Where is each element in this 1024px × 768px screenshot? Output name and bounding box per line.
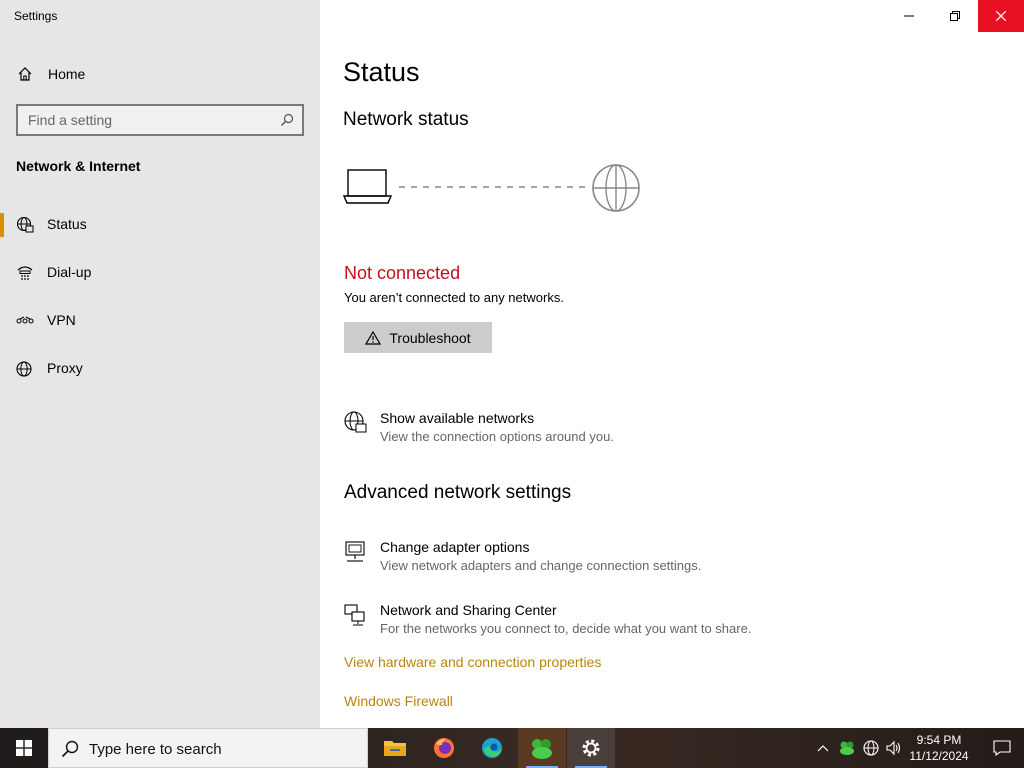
internet-globe-icon: [592, 164, 640, 212]
close-icon: [996, 11, 1006, 21]
minimize-icon: [904, 15, 914, 17]
sidebar-item-proxy[interactable]: Proxy: [0, 348, 320, 388]
volume-icon: [886, 740, 901, 756]
sharing-center-icon: [344, 604, 365, 626]
connection-status-text: Not connected: [344, 263, 461, 283]
advanced-settings-heading: Advanced network settings: [344, 482, 572, 503]
taskbar-search-box[interactable]: Type here to search: [48, 728, 368, 768]
settings-gear-icon: [582, 739, 600, 757]
status-globe-icon: [16, 216, 34, 233]
show-networks-title[interactable]: Show available networks: [380, 410, 534, 426]
sidebar-item-label: Status: [47, 216, 87, 232]
search-icon: [61, 740, 79, 758]
sidebar-item-status[interactable]: Status: [0, 204, 320, 244]
restore-button[interactable]: [932, 0, 978, 32]
tray-app-icon: [840, 741, 854, 755]
network-globe-icon: [863, 740, 879, 756]
restore-icon: [950, 11, 960, 21]
sidebar: Settings Home Network & Internet Status: [0, 0, 320, 728]
tray-network-button[interactable]: [861, 738, 881, 758]
globe-icon: [16, 361, 32, 377]
troubleshoot-label: Troubleshoot: [389, 329, 471, 346]
chevron-up-icon: [817, 745, 829, 752]
firefox-icon: [434, 738, 454, 758]
sharing-center-desc: For the networks you connect to, decide …: [380, 621, 752, 636]
change-adapter-options-link[interactable]: Change adapter options View network adap…: [343, 539, 843, 583]
hardware-properties-link[interactable]: View hardware and connection properties: [344, 654, 601, 670]
section-title: Network & Internet: [16, 158, 141, 174]
notification-icon: [993, 740, 1011, 756]
clock-date: 11/12/2024: [909, 749, 969, 763]
minimize-button[interactable]: [886, 0, 932, 32]
sidebar-item-label: Proxy: [47, 360, 83, 376]
windows-logo-icon: [16, 740, 32, 756]
show-hidden-icons-button[interactable]: [813, 738, 833, 758]
warning-icon: [365, 330, 382, 345]
home-icon: [18, 67, 32, 81]
taskbar-edge[interactable]: [468, 728, 516, 768]
close-button[interactable]: [978, 0, 1024, 32]
sidebar-item-dialup[interactable]: Dial-up: [0, 252, 320, 292]
sidebar-item-label: Dial-up: [47, 264, 92, 280]
page-title: Status: [343, 57, 420, 87]
vpn-icon: [16, 316, 34, 324]
taskbar-search-placeholder: Type here to search: [89, 741, 222, 758]
sidebar-item-label: VPN: [47, 312, 76, 328]
windows-firewall-link[interactable]: Windows Firewall: [344, 693, 453, 709]
search-input[interactable]: [28, 111, 268, 129]
dialup-icon: [17, 266, 33, 280]
taskbar-green-app[interactable]: [518, 728, 566, 768]
laptop-icon: [343, 169, 393, 204]
search-icon[interactable]: [280, 113, 294, 127]
home-label: Home: [48, 66, 86, 82]
network-status-heading: Network status: [343, 109, 469, 130]
show-networks-desc: View the connection options around you.: [380, 429, 614, 444]
tray-volume-button[interactable]: [884, 738, 904, 758]
file-explorer-icon: [384, 741, 406, 756]
taskbar-firefox[interactable]: [420, 728, 468, 768]
taskbar-settings[interactable]: [567, 728, 615, 768]
adapter-monitor-icon: [345, 541, 365, 562]
start-button[interactable]: [0, 728, 48, 768]
green-app-icon: [532, 739, 552, 759]
edge-icon: [482, 738, 502, 758]
sidebar-item-vpn[interactable]: VPN: [0, 300, 320, 340]
taskbar-clock[interactable]: 9:54 PM 11/12/2024: [905, 732, 973, 764]
network-sharing-center-link[interactable]: Network and Sharing Center For the netwo…: [343, 602, 843, 646]
show-available-networks-link[interactable]: Show available networks View the connect…: [343, 410, 843, 454]
app-title: Settings: [14, 9, 58, 23]
home-nav-item[interactable]: Home: [0, 58, 320, 90]
tray-green-app[interactable]: [837, 738, 857, 758]
find-setting-search[interactable]: [16, 104, 304, 136]
connection-status-desc: You aren’t connected to any networks.: [344, 290, 564, 305]
adapter-options-desc: View network adapters and change connect…: [380, 558, 702, 573]
taskbar-file-explorer[interactable]: [371, 728, 419, 768]
clock-time: 9:54 PM: [916, 733, 962, 747]
network-diagram: [343, 164, 640, 212]
adapter-options-title[interactable]: Change adapter options: [380, 539, 529, 555]
taskbar: Type here to search 9:54 PM 11/12/2024: [0, 728, 1024, 768]
network-globe-icon: [344, 411, 367, 433]
troubleshoot-button[interactable]: Troubleshoot: [344, 322, 492, 353]
sharing-center-title[interactable]: Network and Sharing Center: [380, 602, 557, 618]
action-center-button[interactable]: [980, 728, 1024, 768]
